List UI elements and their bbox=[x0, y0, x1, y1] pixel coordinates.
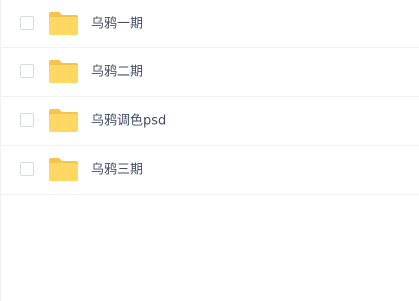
select-checkbox[interactable] bbox=[20, 162, 34, 176]
select-checkbox[interactable] bbox=[20, 113, 34, 127]
file-name[interactable]: 乌鸦二期 bbox=[91, 66, 143, 79]
list-item[interactable]: 乌鸦二期 bbox=[1, 48, 419, 97]
file-list-panel: 乌鸦一期 乌鸦二期 乌鸦调色psd 乌鸦三期 bbox=[0, 0, 419, 301]
folder-icon bbox=[48, 59, 79, 84]
list-item[interactable]: 乌鸦三期 bbox=[1, 146, 419, 195]
folder-icon bbox=[48, 157, 79, 182]
folder-icon bbox=[48, 108, 79, 133]
list-item[interactable]: 乌鸦调色psd bbox=[1, 97, 419, 146]
file-name[interactable]: 乌鸦调色psd bbox=[91, 115, 166, 128]
file-name[interactable]: 乌鸦三期 bbox=[91, 164, 143, 177]
select-checkbox[interactable] bbox=[20, 64, 34, 78]
folder-icon bbox=[48, 11, 79, 36]
file-list: 乌鸦一期 乌鸦二期 乌鸦调色psd 乌鸦三期 bbox=[1, 0, 419, 195]
file-name[interactable]: 乌鸦一期 bbox=[91, 17, 143, 30]
select-checkbox[interactable] bbox=[20, 15, 34, 30]
list-item[interactable]: 乌鸦一期 bbox=[1, 0, 419, 48]
